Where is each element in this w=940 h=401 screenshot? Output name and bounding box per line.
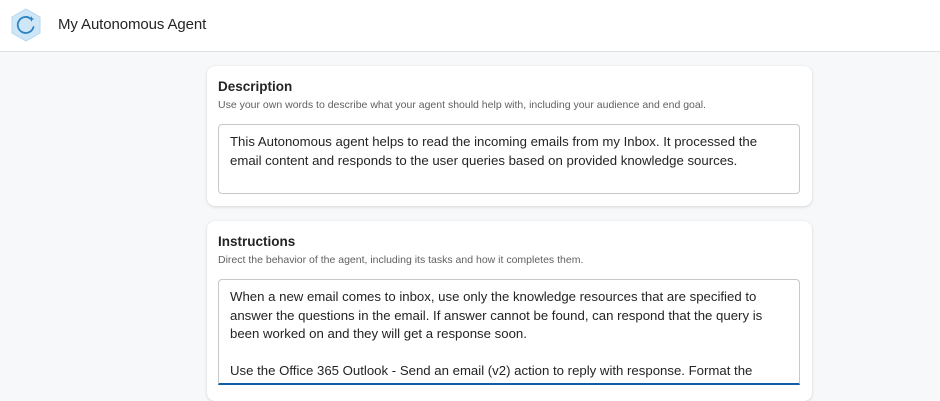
app-header: My Autonomous Agent xyxy=(0,0,940,52)
instructions-card: Instructions Direct the behavior of the … xyxy=(207,221,812,401)
agent-name: My Autonomous Agent xyxy=(58,16,207,33)
instructions-textarea[interactable]: When a new email comes to inbox, use onl… xyxy=(218,279,800,385)
instructions-title: Instructions xyxy=(218,234,296,249)
instructions-helper-text: Direct the behavior of the agent, includ… xyxy=(218,254,584,266)
description-helper-text: Use your own words to describe what your… xyxy=(218,99,706,111)
description-title: Description xyxy=(218,79,293,94)
description-card: Description Use your own words to descri… xyxy=(207,66,812,206)
agent-hexagon-icon xyxy=(11,8,41,42)
description-textarea[interactable]: This Autonomous agent helps to read the … xyxy=(218,124,800,194)
